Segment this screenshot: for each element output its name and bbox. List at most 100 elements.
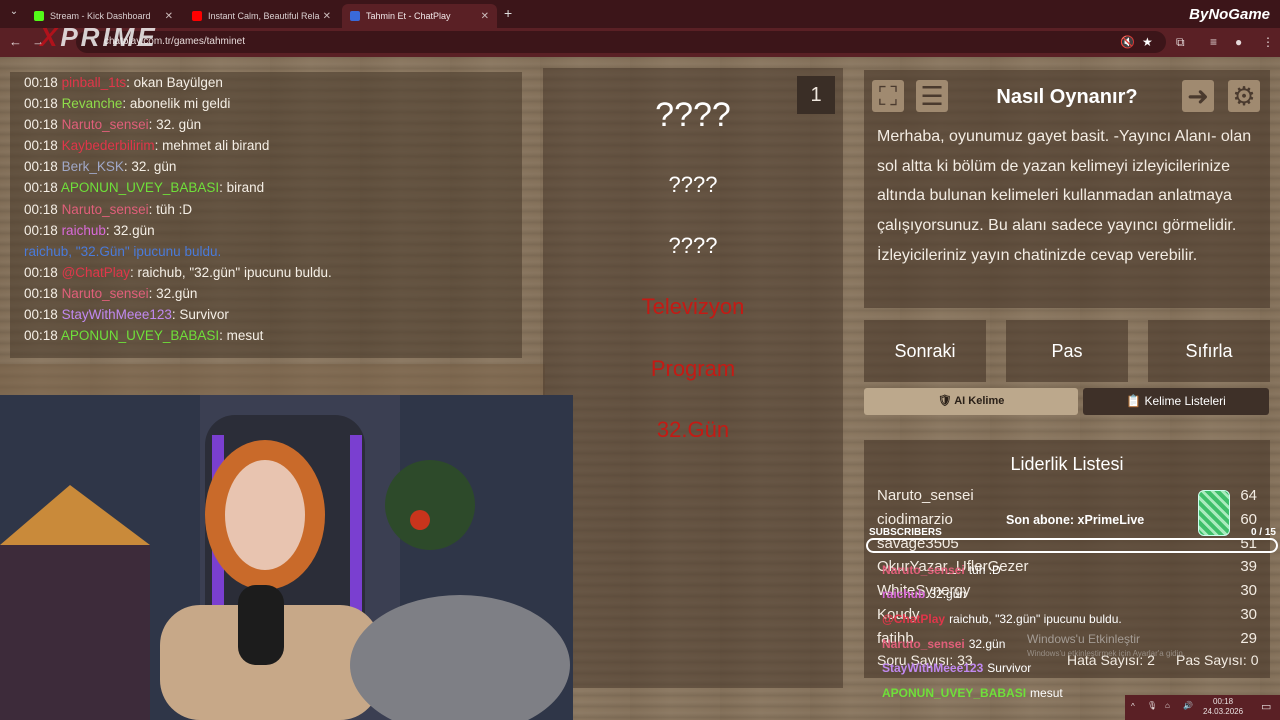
chat-text: : 32. gün	[123, 159, 177, 175]
reset-button[interactable]: Sıfırla	[1148, 320, 1270, 382]
chat-message: 00:18 Naruto_sensei: 32. gün	[24, 114, 508, 135]
chat-message: 00:18 Naruto_sensei: tüh :D	[24, 199, 508, 220]
revealed-word: Televizyon	[641, 294, 745, 319]
chat-username[interactable]: StayWithMeee123	[62, 307, 172, 322]
clock[interactable]: 00:18 24.03.2026	[1203, 697, 1243, 717]
chat-text: : raichub, "32.gün" ipucunu buldu.	[130, 264, 332, 280]
mute-icon[interactable]: 🔇	[1120, 35, 1135, 49]
chat-message: 00:18 raichub: 32.gün	[24, 220, 508, 241]
clock-date: 24.03.2026	[1203, 707, 1244, 716]
volume-icon[interactable]: 🔊	[1183, 701, 1193, 710]
clock-time: 00:18	[1213, 697, 1234, 706]
chat-message: 00:18 @ChatPlay: raichub, "32.gün" ipucu…	[24, 262, 508, 283]
chat-time: 00:18	[24, 222, 58, 238]
next-button[interactable]: Sonraki	[864, 320, 986, 382]
chat-username[interactable]: pinball_1ts	[62, 75, 127, 90]
network-icon[interactable]: ⌂	[1165, 701, 1170, 710]
tab-title: Tahmin Et - ChatPlay	[366, 11, 451, 21]
leaderboard-score: 64	[1240, 487, 1257, 504]
forbidden-word: ????	[668, 172, 718, 197]
close-icon[interactable]: ✕	[323, 11, 331, 22]
tab-title: Instant Calm, Beautiful Rela	[208, 11, 320, 21]
chat-text: : 32.gün	[105, 222, 155, 238]
chat-text: : 32. gün	[148, 117, 202, 133]
subscriber-goal: SUBSCRIBERS 0 / 15	[866, 520, 1278, 554]
gear-icon[interactable]: ⚙	[1228, 80, 1260, 112]
overlay-chat-text: mesut	[1030, 686, 1063, 700]
chat-message: 00:18 APONUN_UVEY_BABASI: birand	[24, 177, 508, 198]
extensions-icon[interactable]: ⧉	[1176, 35, 1185, 50]
overlay-chat-message: @ChatPlay raichub, "32.gün" ipucunu buldu…	[882, 612, 1122, 626]
chat-username[interactable]: Naruto_sensei	[62, 202, 149, 217]
overlay-chat-text: 32.gün	[929, 587, 967, 601]
how-to-play-panel: ⛶ ☰ Nasıl Oynanır? ➜ ⚙ Merhaba, oyunumuz…	[864, 70, 1270, 308]
new-tab-button[interactable]: +	[504, 5, 512, 21]
chat-message: 00:18 Naruto_sensei: 32.gün	[24, 283, 508, 304]
overlay-chat-text: tüh :D	[968, 563, 1001, 577]
browser-tabbar: ⌄ Stream - Kick Dashboard ✕ Instant Calm…	[0, 0, 1280, 28]
chat-username[interactable]: APONUN_UVEY_BABASI	[61, 180, 219, 195]
chat-time: 00:18	[24, 201, 58, 217]
chat-username[interactable]: raichub	[62, 223, 106, 238]
url-field[interactable]: chatplay.com.tr/games/tahminet	[76, 31, 1166, 53]
mic-icon[interactable]: 🎙	[1147, 701, 1157, 710]
kick-icon	[34, 11, 44, 21]
chat-username[interactable]: APONUN_UVEY_BABASI	[61, 328, 219, 343]
chat-username[interactable]: Naruto_sensei	[62, 286, 149, 301]
how-to-play-text: Merhaba, oyunumuz gayet basit. -Yayıncı …	[877, 128, 1252, 264]
chat-message: 00:18 pinball_1ts: okan Bayülgen	[24, 72, 508, 93]
chat-message: 00:18 StayWithMeee123: Survivor	[24, 304, 508, 325]
chat-text: : okan Bayülgen	[126, 75, 223, 90]
chat-text: : mehmet ali birand	[154, 138, 270, 154]
exit-icon[interactable]: ➜	[1182, 80, 1214, 112]
overlay-chat-text: Survivor	[987, 661, 1032, 675]
chat-time: 00:18	[24, 328, 58, 344]
chat-text: : abonelik mi geldi	[122, 96, 231, 112]
chat-username[interactable]: Naruto_sensei	[62, 117, 149, 132]
profile-icon[interactable]: ●	[1235, 35, 1242, 49]
chat-time: 00:18	[24, 307, 58, 323]
chat-username[interactable]: Kaybederbilirim	[62, 138, 155, 153]
star-icon[interactable]: ★	[1142, 35, 1153, 49]
chat-username[interactable]: raichub, "32.Gün" ipucunu buldu.	[24, 244, 221, 259]
leaderboard-score: 39	[1240, 558, 1257, 576]
chat-text: : mesut	[219, 328, 264, 344]
overlay-chat-message: Naruto_sensei 32.gün	[882, 637, 1005, 651]
overlay-chat-text: raichub, "32.gün" ipucunu buldu.	[949, 612, 1122, 626]
subscriber-progress-bar	[866, 538, 1278, 553]
chat-username[interactable]: Revanche	[62, 96, 123, 111]
windows-activation-sub: Windows'u etkinleştirmek için Ayarlar'a …	[1027, 649, 1186, 658]
tab-list-button[interactable]: ⌄	[6, 6, 22, 22]
address-bar-row: ← → chatplay.com.tr/games/tahminet	[0, 28, 1280, 57]
chat-text: : tüh :D	[148, 201, 193, 217]
leaderboard-score: 29	[1240, 629, 1257, 647]
tab-chatplay[interactable]: Tahmin Et - ChatPlay ✕	[342, 4, 497, 28]
close-icon[interactable]: ✕	[165, 11, 173, 22]
close-icon[interactable]: ✕	[481, 11, 489, 22]
webcam-feed	[0, 395, 573, 720]
chevron-up-icon[interactable]: ^	[1131, 702, 1135, 711]
chat-time: 00:18	[24, 264, 58, 280]
word-lists-button[interactable]: 📋 Kelime Listeleri	[1083, 388, 1269, 415]
revealed-word: Program	[650, 356, 736, 381]
leaderboard-name: Naruto_sensei	[877, 487, 974, 504]
system-tray: ^ 🎙 ⌂ 🔊 00:18 24.03.2026 ▭	[1125, 695, 1280, 720]
back-icon[interactable]: ←	[9, 34, 22, 49]
chat-username[interactable]: @ChatPlay	[62, 265, 130, 280]
chat-message: raichub, "32.Gün" ipucunu buldu.	[24, 241, 508, 262]
chat-text: : 32.gün	[148, 285, 198, 301]
word-lists-label: Kelime Listeleri	[1144, 394, 1226, 408]
ai-word-button[interactable]: 🛡 AI Kelime	[864, 388, 1078, 415]
tab-youtube[interactable]: Instant Calm, Beautiful Rela ✕	[184, 4, 339, 28]
xprime-logo: XPRIME	[40, 22, 158, 52]
chat-username[interactable]: Berk_KSK	[62, 159, 124, 174]
subscriber-label: SUBSCRIBERS	[869, 527, 942, 538]
notification-icon[interactable]: ▭	[1261, 700, 1271, 713]
chat-text: : birand	[219, 180, 265, 196]
menu-icon[interactable]: ⋮	[1262, 35, 1274, 49]
pass-button[interactable]: Pas	[1006, 320, 1128, 382]
media-icon[interactable]: ≡	[1210, 35, 1217, 49]
overlay-chat-user: Naruto_sensei	[882, 563, 965, 577]
overlay-chat-user: StayWithMeee123	[882, 661, 984, 675]
chat-message: 00:18 Kaybederbilirim: mehmet ali birand	[24, 135, 508, 156]
